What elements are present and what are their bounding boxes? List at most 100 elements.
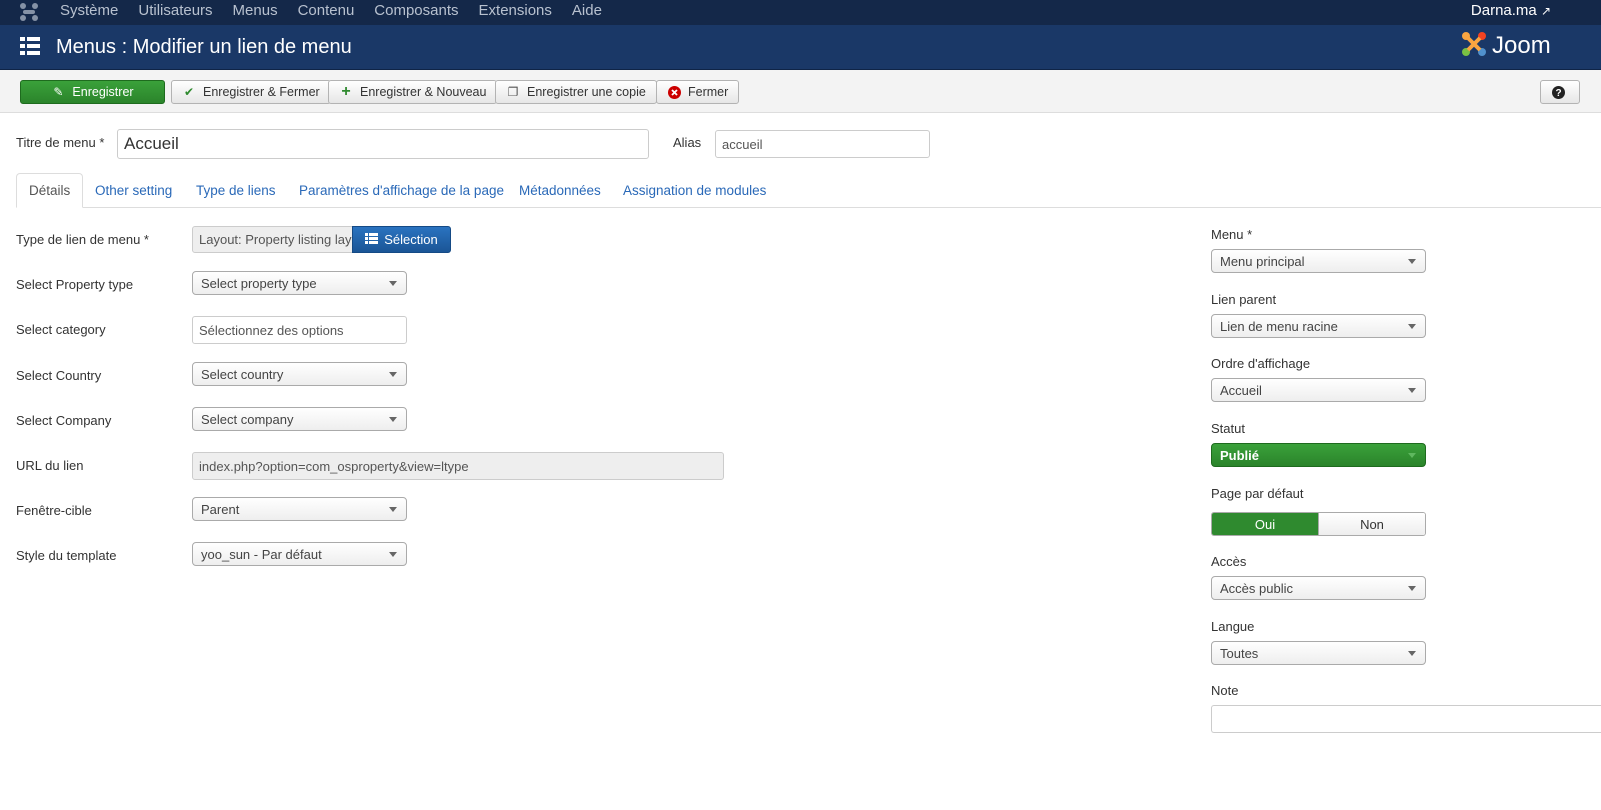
page-title: Menus : Modifier un lien de menu bbox=[56, 36, 352, 58]
save-close-label: Enregistrer & Fermer bbox=[203, 85, 320, 99]
caret-down-icon bbox=[389, 372, 397, 377]
title-input[interactable]: Accueil bbox=[117, 129, 649, 159]
help-icon: ? bbox=[1551, 85, 1565, 99]
target-value: Parent bbox=[201, 501, 240, 517]
toolbar: ✎ Enregistrer ✔ Enregistrer & Fermer + E… bbox=[0, 70, 1601, 113]
company-label: Select Company bbox=[16, 413, 112, 428]
list-icon bbox=[365, 232, 379, 247]
caret-down-icon bbox=[389, 552, 397, 557]
access-value: Accès public bbox=[1220, 580, 1293, 596]
access-label: Accès bbox=[1211, 554, 1247, 569]
save-label: Enregistrer bbox=[72, 85, 134, 99]
url-label: URL du lien bbox=[16, 458, 84, 473]
link-type-label: Type de lien de menu * bbox=[16, 232, 149, 247]
joomla-logo-icon[interactable] bbox=[18, 2, 40, 22]
note-label: Note bbox=[1211, 683, 1239, 698]
joomla-color-logo-icon bbox=[1460, 30, 1488, 61]
title-label: Titre de menu * bbox=[16, 135, 105, 150]
help-button[interactable]: ? bbox=[1540, 80, 1580, 104]
caret-down-icon bbox=[1408, 259, 1416, 264]
checkmark-icon: ✔ bbox=[183, 85, 195, 99]
order-select[interactable]: Accueil bbox=[1211, 378, 1426, 402]
language-select[interactable]: Toutes bbox=[1211, 641, 1426, 665]
default-page-toggle: Oui Non bbox=[1211, 512, 1426, 536]
country-value: Select country bbox=[201, 366, 284, 382]
template-style-value: yoo_sun - Par défaut bbox=[201, 546, 322, 562]
save-new-label: Enregistrer & Nouveau bbox=[360, 85, 487, 99]
country-label: Select Country bbox=[16, 368, 102, 383]
plus-icon: + bbox=[341, 83, 351, 100]
parent-label: Lien parent bbox=[1211, 292, 1277, 307]
top-menu-item-contenu[interactable]: Contenu bbox=[298, 2, 355, 19]
tab-metadata[interactable]: Métadonnées bbox=[507, 173, 613, 208]
status-label: Statut bbox=[1211, 421, 1245, 436]
note-input[interactable] bbox=[1211, 705, 1601, 733]
category-label: Select category bbox=[16, 322, 106, 337]
status-value: Publié bbox=[1220, 447, 1260, 463]
close-icon bbox=[667, 85, 681, 99]
caret-down-icon bbox=[389, 507, 397, 512]
target-label: Fenêtre-cible bbox=[16, 503, 92, 518]
country-select[interactable]: Select country bbox=[192, 362, 407, 386]
edit-icon: ✎ bbox=[53, 85, 64, 99]
save-close-button[interactable]: ✔ Enregistrer & Fermer bbox=[171, 80, 331, 104]
save-new-button[interactable]: + Enregistrer & Nouveau bbox=[328, 80, 498, 104]
template-style-label: Style du template bbox=[16, 548, 117, 563]
caret-down-icon bbox=[1408, 388, 1416, 393]
company-value: Select company bbox=[201, 411, 294, 427]
parent-value: Lien de menu racine bbox=[1220, 318, 1338, 334]
caret-down-icon bbox=[1408, 324, 1416, 329]
save-copy-button[interactable]: ❐ Enregistrer une copie bbox=[495, 80, 657, 104]
company-select[interactable]: Select company bbox=[192, 407, 407, 431]
default-page-yes[interactable]: Oui bbox=[1212, 513, 1318, 535]
svg-text:?: ? bbox=[1555, 88, 1561, 99]
url-input: index.php?option=com_osproperty&view=lty… bbox=[192, 452, 724, 480]
brand-text: Joom bbox=[1492, 31, 1551, 59]
site-name: Darna.ma bbox=[1470, 2, 1537, 19]
parent-select[interactable]: Lien de menu racine bbox=[1211, 314, 1426, 338]
external-link-icon: ↗ bbox=[1540, 4, 1551, 18]
access-select[interactable]: Accès public bbox=[1211, 576, 1426, 600]
top-menu-item-systeme[interactable]: Système bbox=[60, 2, 118, 19]
copy-icon: ❐ bbox=[507, 85, 519, 99]
link-type-value: Layout: Property listing layout bbox=[192, 226, 354, 253]
property-type-label: Select Property type bbox=[16, 277, 134, 292]
top-menu-item-menus[interactable]: Menus bbox=[233, 2, 278, 19]
list-grid-icon bbox=[20, 37, 40, 58]
alias-input[interactable]: accueil bbox=[715, 130, 930, 158]
language-label: Langue bbox=[1211, 619, 1255, 634]
caret-down-icon bbox=[1408, 586, 1416, 591]
top-menu-item-composants[interactable]: Composants bbox=[374, 2, 458, 19]
top-menu-item-extensions[interactable]: Extensions bbox=[479, 2, 552, 19]
save-button[interactable]: ✎ Enregistrer bbox=[20, 80, 165, 104]
language-value: Toutes bbox=[1220, 645, 1259, 661]
default-page-label: Page par défaut bbox=[1211, 486, 1304, 501]
close-label: Fermer bbox=[688, 85, 729, 99]
menu-select[interactable]: Menu principal bbox=[1211, 249, 1426, 273]
property-type-select[interactable]: Select property type bbox=[192, 271, 407, 295]
order-label: Ordre d'affichage bbox=[1211, 356, 1311, 371]
status-select[interactable]: Publié bbox=[1211, 443, 1426, 467]
select-button-label: Sélection bbox=[384, 232, 438, 247]
tab-page-display[interactable]: Paramètres d'affichage de la page bbox=[287, 173, 516, 208]
property-type-value: Select property type bbox=[201, 275, 317, 291]
select-link-type-button[interactable]: Sélection bbox=[352, 226, 451, 253]
order-value: Accueil bbox=[1220, 382, 1262, 398]
top-menu-item-aide[interactable]: Aide bbox=[572, 2, 602, 19]
site-link[interactable]: Darna.ma ↗ bbox=[1471, 2, 1551, 19]
page-header: Menus : Modifier un lien de menu Joom bbox=[0, 25, 1601, 70]
close-button[interactable]: Fermer bbox=[656, 80, 740, 104]
caret-down-icon bbox=[1408, 453, 1416, 458]
top-menu-item-utilisateurs[interactable]: Utilisateurs bbox=[138, 2, 212, 19]
target-select[interactable]: Parent bbox=[192, 497, 407, 521]
tab-module-assignment[interactable]: Assignation de modules bbox=[611, 173, 778, 208]
menu-value: Menu principal bbox=[1220, 253, 1305, 269]
alias-label: Alias bbox=[673, 135, 702, 150]
tab-details[interactable]: Détails bbox=[16, 173, 84, 208]
default-page-no[interactable]: Non bbox=[1318, 513, 1425, 535]
tab-other-setting[interactable]: Other setting bbox=[83, 173, 184, 208]
tab-link-type[interactable]: Type de liens bbox=[184, 173, 288, 208]
save-copy-label: Enregistrer une copie bbox=[527, 85, 646, 99]
template-style-select[interactable]: yoo_sun - Par défaut bbox=[192, 542, 407, 566]
category-multiselect[interactable]: Sélectionnez des options bbox=[192, 316, 407, 344]
